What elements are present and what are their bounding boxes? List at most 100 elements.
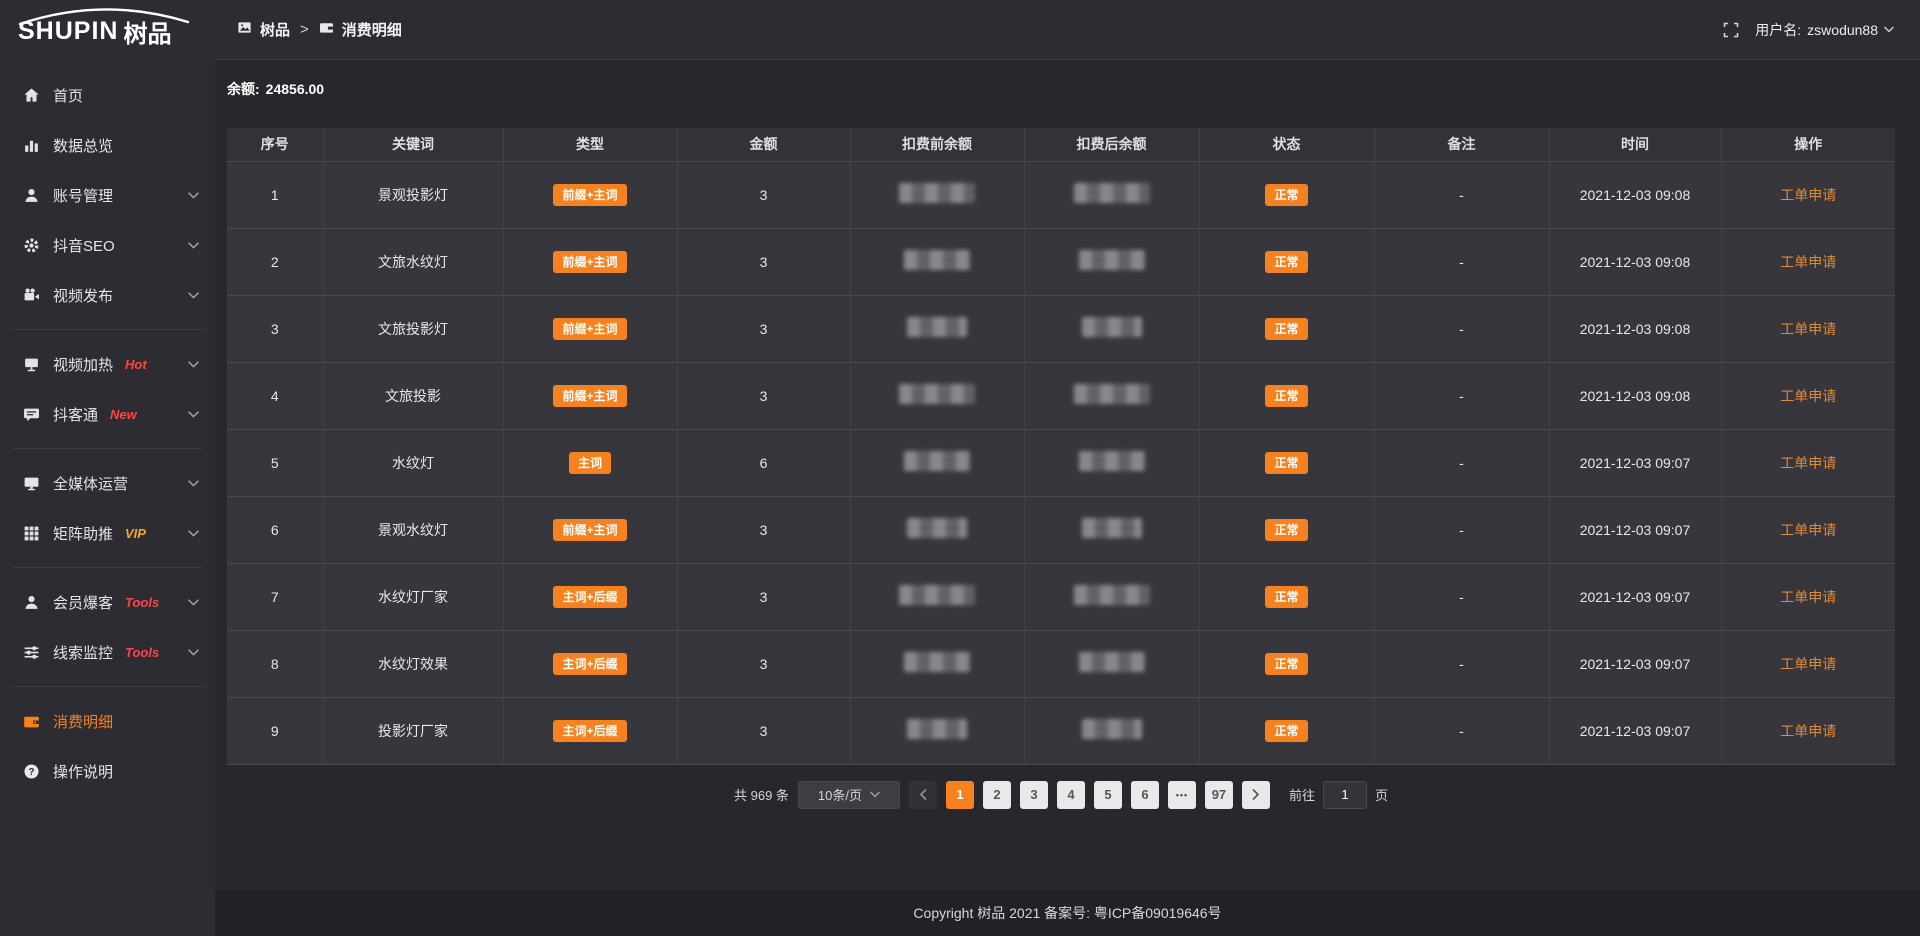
- sidebar-item-video-publish[interactable]: 视频发布: [0, 270, 215, 320]
- sidebar-item-douketong[interactable]: 抖客通 New: [0, 389, 215, 439]
- status-badge: 正常: [1265, 385, 1307, 407]
- table-row: 8 水纹灯效果 主词+后缀 3 正常 - 2021-12-03 09:07 工单…: [227, 630, 1895, 697]
- work-order-link[interactable]: 工单申请: [1780, 589, 1836, 605]
- cell-amount: 3: [677, 161, 850, 228]
- sidebar-item-label: 消费明细: [53, 711, 113, 732]
- cell-index: 9: [227, 697, 323, 764]
- status-badge: 正常: [1265, 251, 1307, 273]
- page-button-2[interactable]: 2: [983, 781, 1011, 809]
- table-row: 5 水纹灯 主词 6 正常 - 2021-12-03 09:07 工单申请: [227, 429, 1895, 496]
- work-order-link[interactable]: 工单申请: [1780, 522, 1836, 538]
- goto-suffix: 页: [1375, 785, 1388, 804]
- fullscreen-icon[interactable]: [1723, 22, 1739, 38]
- sidebar-item-consumption-detail[interactable]: 消费明细: [0, 696, 215, 746]
- sidebar-item-data-overview[interactable]: 数据总览: [0, 120, 215, 170]
- table-row: 3 文旅投影灯 前缀+主词 3 正常 - 2021-12-03 09:08 工单…: [227, 295, 1895, 362]
- type-badge: 主词+后缀: [553, 653, 626, 675]
- sidebar-divider: [12, 567, 203, 568]
- masked-balance-before: [907, 518, 967, 538]
- col-remark: 备注: [1374, 128, 1549, 161]
- sidebar-item-instructions[interactable]: ? 操作说明: [0, 746, 215, 796]
- page-button-97[interactable]: 97: [1205, 781, 1233, 809]
- user-icon: [22, 186, 40, 204]
- page-size-select[interactable]: 10条/页: [798, 781, 900, 809]
- masked-balance-after: [1074, 384, 1150, 404]
- masked-balance-after: [1082, 317, 1142, 337]
- table-row: 6 景观水纹灯 前缀+主词 3 正常 - 2021-12-03 09:07 工单…: [227, 496, 1895, 563]
- masked-balance-after: [1082, 719, 1142, 739]
- page-button-1[interactable]: 1: [946, 781, 974, 809]
- cell-index: 3: [227, 295, 323, 362]
- chevron-down-icon: [188, 292, 199, 299]
- sidebar-item-clue-monitor[interactable]: 线索监控 Tools: [0, 627, 215, 677]
- work-order-link[interactable]: 工单申请: [1780, 388, 1836, 404]
- page-button-6[interactable]: 6: [1131, 781, 1159, 809]
- sidebar-item-member-baoke[interactable]: 会员爆客 Tools: [0, 577, 215, 627]
- table-row: 9 投影灯厂家 主词+后缀 3 正常 - 2021-12-03 09:07 工单…: [227, 697, 1895, 764]
- sidebar-item-account[interactable]: 账号管理: [0, 170, 215, 220]
- sidebar: SHUPIN 树品 首页 数据总览 账号管理: [0, 0, 215, 936]
- col-keyword: 关键词: [323, 128, 503, 161]
- chat-bubble-icon: [22, 405, 40, 423]
- chevron-left-icon: [919, 789, 927, 800]
- sidebar-item-douyin-seo[interactable]: 抖音SEO: [0, 220, 215, 270]
- chevron-down-icon: [188, 242, 199, 249]
- vip-badge: VIP: [125, 526, 146, 541]
- work-order-link[interactable]: 工单申请: [1780, 254, 1836, 270]
- sidebar-item-all-media[interactable]: 全媒体运营: [0, 458, 215, 508]
- page-button-4[interactable]: 4: [1057, 781, 1085, 809]
- table-row: 4 文旅投影 前缀+主词 3 正常 - 2021-12-03 09:08 工单申…: [227, 362, 1895, 429]
- more-pages-button[interactable]: •••: [1168, 781, 1196, 809]
- chevron-down-icon: [870, 791, 880, 798]
- col-balance-before: 扣费前余额: [850, 128, 1024, 161]
- page-button-3[interactable]: 3: [1020, 781, 1048, 809]
- pagination: 共 969 条 10条/页 1 2 3 4 5 6 ••• 97 前往: [227, 781, 1895, 809]
- col-status: 状态: [1199, 128, 1374, 161]
- screen-icon: [22, 355, 40, 373]
- chevron-down-icon: [188, 480, 199, 487]
- work-order-link[interactable]: 工单申请: [1780, 187, 1836, 203]
- breadcrumb-current: 消费明细: [342, 19, 402, 40]
- work-order-link[interactable]: 工单申请: [1780, 455, 1836, 471]
- breadcrumb-root[interactable]: 树品: [260, 19, 290, 40]
- prev-page-button[interactable]: [909, 781, 937, 809]
- masked-balance-after: [1079, 652, 1145, 672]
- goto-page-input[interactable]: [1323, 781, 1367, 809]
- sidebar-item-matrix-boost[interactable]: 矩阵助推 VIP: [0, 508, 215, 558]
- page-button-5[interactable]: 5: [1094, 781, 1122, 809]
- cell-keyword: 投影灯厂家: [323, 697, 503, 764]
- cell-remark: -: [1374, 429, 1549, 496]
- work-order-link[interactable]: 工单申请: [1780, 723, 1836, 739]
- work-order-link[interactable]: 工单申请: [1780, 656, 1836, 672]
- next-page-button[interactable]: [1242, 781, 1270, 809]
- cell-index: 8: [227, 630, 323, 697]
- breadcrumb-page-icon: [319, 20, 334, 39]
- username-label: 用户名:: [1755, 20, 1801, 40]
- chevron-right-icon: [1252, 789, 1260, 800]
- table-row: 7 水纹灯厂家 主词+后缀 3 正常 - 2021-12-03 09:07 工单…: [227, 563, 1895, 630]
- masked-balance-before: [907, 719, 967, 739]
- table-row: 2 文旅水纹灯 前缀+主词 3 正常 - 2021-12-03 09:08 工单…: [227, 228, 1895, 295]
- user-area: 用户名: zswodun88: [1723, 20, 1894, 40]
- consumption-table: 序号 关键词 类型 金额 扣费前余额 扣费后余额 状态 备注 时间 操作 1 景…: [227, 128, 1895, 765]
- video-camera-icon: [22, 286, 40, 304]
- cell-remark: -: [1374, 697, 1549, 764]
- sidebar-divider: [12, 686, 203, 687]
- grid-icon: [22, 524, 40, 542]
- cell-index: 7: [227, 563, 323, 630]
- sidebar-item-video-heat[interactable]: 视频加热 Hot: [0, 339, 215, 389]
- user-menu[interactable]: 用户名: zswodun88: [1755, 20, 1894, 40]
- masked-balance-before: [904, 250, 970, 270]
- sidebar-item-label: 线索监控: [53, 642, 113, 663]
- sidebar-item-label: 数据总览: [53, 135, 113, 156]
- bar-chart-icon: [22, 136, 40, 154]
- cell-amount: 3: [677, 295, 850, 362]
- work-order-link[interactable]: 工单申请: [1780, 321, 1836, 337]
- sidebar-item-label: 操作说明: [53, 761, 113, 782]
- cell-amount: 3: [677, 496, 850, 563]
- cell-amount: 3: [677, 630, 850, 697]
- sidebar-item-home[interactable]: 首页: [0, 70, 215, 120]
- sidebar-divider: [12, 448, 203, 449]
- cell-time: 2021-12-03 09:08: [1549, 295, 1721, 362]
- cell-remark: -: [1374, 563, 1549, 630]
